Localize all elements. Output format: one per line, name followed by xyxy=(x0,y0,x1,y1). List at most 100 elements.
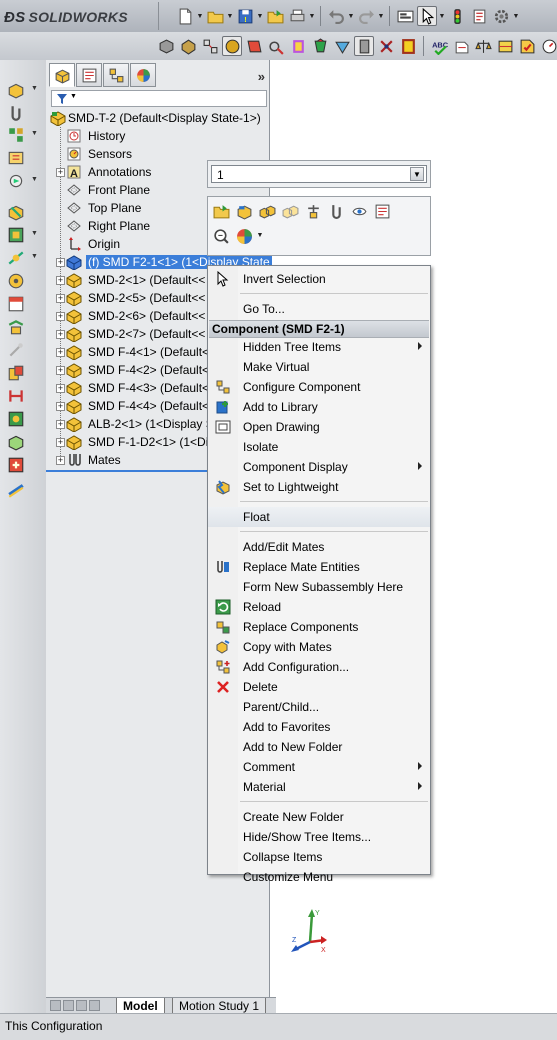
menu-item-hide-show-tree-items[interactable]: Hide/Show Tree Items... xyxy=(208,827,430,847)
cartoon-icon[interactable] xyxy=(398,36,418,56)
new-dropdown-arrow[interactable]: ▼ xyxy=(196,13,204,20)
tree-filter-field[interactable]: ▼ xyxy=(51,90,267,107)
configuration-dropdown[interactable]: 1 ▼ xyxy=(211,165,427,183)
reference-geometry-icon[interactable] xyxy=(7,249,25,267)
explode-line-sketch-icon[interactable] xyxy=(7,341,25,359)
rebuild-traffic-light-icon[interactable] xyxy=(447,6,467,26)
displaymanager-tab[interactable] xyxy=(130,63,156,87)
menu-item-delete[interactable]: Delete xyxy=(208,677,430,697)
open-button[interactable] xyxy=(205,6,225,26)
options-dropdown-arrow[interactable]: ▼ xyxy=(512,13,520,20)
realview-icon[interactable] xyxy=(332,36,352,56)
menu-item-configure-component[interactable]: Configure Component xyxy=(208,377,430,397)
select-dropdown-arrow[interactable]: ▼ xyxy=(438,13,446,20)
menu-item-add-edit-mates[interactable]: Add/Edit Mates xyxy=(208,537,430,557)
options-gear-button[interactable] xyxy=(491,6,511,26)
menu-item-replace-mate-entities[interactable]: Replace Mate Entities xyxy=(208,557,430,577)
menu-item-component-display[interactable]: Component Display xyxy=(208,457,430,477)
menu-item-isolate[interactable]: Isolate xyxy=(208,437,430,457)
expand-toggle[interactable]: + xyxy=(56,348,65,357)
features-dropdown[interactable]: ▼ xyxy=(31,230,38,237)
fix-float-icon[interactable] xyxy=(305,203,323,221)
edit-appearance-icon[interactable] xyxy=(266,36,286,56)
mass-properties-icon[interactable] xyxy=(473,36,493,56)
appearance-icon[interactable] xyxy=(236,228,254,246)
move-dropdown[interactable]: ▼ xyxy=(31,176,38,183)
undo-dropdown-arrow[interactable]: ▼ xyxy=(347,13,355,20)
section-view-icon[interactable] xyxy=(200,36,220,56)
menu-item-set-to-lightweight[interactable]: Set to Lightweight xyxy=(208,477,430,497)
linear-pattern-icon[interactable] xyxy=(7,126,25,144)
undo-button[interactable] xyxy=(326,6,346,26)
interference-detection-icon[interactable] xyxy=(7,364,25,382)
menu-item-form-new-subassembly-here[interactable]: Form New Subassembly Here xyxy=(208,577,430,597)
expand-toggle[interactable]: + xyxy=(56,456,65,465)
menu-item-open-drawing[interactable]: Open Drawing xyxy=(208,417,430,437)
move-component-icon[interactable] xyxy=(7,172,25,190)
bill-of-materials-icon[interactable] xyxy=(7,295,25,313)
edit-part-icon[interactable] xyxy=(236,203,254,221)
first-tab-arrow[interactable] xyxy=(50,1000,61,1011)
clearance-verification-icon[interactable] xyxy=(7,387,25,405)
assembly-xpert-icon[interactable] xyxy=(7,456,25,474)
insert-component-icon[interactable] xyxy=(7,81,25,99)
file-properties-button[interactable] xyxy=(469,6,489,26)
tree-item[interactable]: History xyxy=(46,127,269,145)
menu-item-hidden-tree-items[interactable]: Hidden Tree Items xyxy=(208,337,430,357)
expand-toggle[interactable]: + xyxy=(56,294,65,303)
redo-dropdown-arrow[interactable]: ▼ xyxy=(377,13,385,20)
expand-toggle[interactable]: + xyxy=(56,168,65,177)
next-tab-arrow[interactable] xyxy=(76,1000,87,1011)
tab-model[interactable]: Model xyxy=(116,998,165,1014)
tab-motion-study[interactable]: Motion Study 1 xyxy=(172,998,267,1014)
open-folder-button[interactable] xyxy=(265,6,285,26)
appearance-dropdown-arrow[interactable]: ▼ xyxy=(256,232,264,239)
assembly-features-icon[interactable] xyxy=(7,226,25,244)
menu-item-reload[interactable]: Reload xyxy=(208,597,430,617)
view-mates-icon[interactable] xyxy=(351,203,369,221)
menu-item-add-configuration[interactable]: Add Configuration... xyxy=(208,657,430,677)
save-button[interactable]: ! xyxy=(235,6,255,26)
expand-toggle[interactable]: + xyxy=(56,402,65,411)
tree-root-row[interactable]: SMD-T-2 (Default<Display State-1>) xyxy=(46,109,269,127)
menu-item-comment[interactable]: Comment xyxy=(208,757,430,777)
open-part-icon[interactable] xyxy=(213,203,231,221)
redo-button[interactable] xyxy=(356,6,376,26)
view-settings-icon[interactable] xyxy=(310,36,330,56)
measure-icon[interactable] xyxy=(451,36,471,56)
spell-check-icon[interactable]: ABC xyxy=(429,36,449,56)
menu-item-copy-with-mates[interactable]: Copy with Mates xyxy=(208,637,430,657)
smart-fasteners-icon[interactable] xyxy=(7,149,25,167)
open-dropdown-arrow[interactable]: ▼ xyxy=(226,13,234,20)
expand-toggle[interactable]: + xyxy=(56,312,65,321)
prev-tab-arrow[interactable] xyxy=(63,1000,74,1011)
rebuild-options-button[interactable] xyxy=(395,6,415,26)
menu-item-create-new-folder[interactable]: Create New Folder xyxy=(208,807,430,827)
menu-item-go-to[interactable]: Go To... xyxy=(208,299,430,319)
pattern-dropdown[interactable]: ▼ xyxy=(31,130,38,137)
new-motion-study-icon[interactable] xyxy=(7,272,25,290)
mate-icon[interactable] xyxy=(7,104,25,122)
last-tab-arrow[interactable] xyxy=(89,1000,100,1011)
expand-toggle[interactable]: + xyxy=(56,258,65,267)
expand-toggle[interactable]: + xyxy=(56,366,65,375)
menu-item-make-virtual[interactable]: Make Virtual xyxy=(208,357,430,377)
expand-toggle[interactable]: + xyxy=(56,420,65,429)
zoom-to-selection-icon[interactable] xyxy=(213,228,231,246)
performance-icon[interactable] xyxy=(539,36,557,56)
expand-panel-chevron[interactable]: » xyxy=(258,69,265,84)
configurationmanager-tab[interactable] xyxy=(103,63,129,87)
menu-item-material[interactable]: Material xyxy=(208,777,430,797)
assembly-visualization-icon[interactable] xyxy=(7,433,25,451)
save-dropdown-arrow[interactable]: ▼ xyxy=(256,13,264,20)
display-style-icon[interactable] xyxy=(222,36,242,56)
expand-toggle[interactable]: + xyxy=(56,384,65,393)
expand-toggle[interactable]: + xyxy=(56,438,65,447)
zoom-to-fit-icon[interactable] xyxy=(178,36,198,56)
hide-show-icon[interactable] xyxy=(244,36,264,56)
menu-item-collapse-items[interactable]: Collapse Items xyxy=(208,847,430,867)
print-button[interactable] xyxy=(287,6,307,26)
filter-dropdown-arrow[interactable]: ▼ xyxy=(70,93,77,100)
show-hidden-icon[interactable] xyxy=(7,203,25,221)
featuremanager-tab[interactable] xyxy=(49,63,75,87)
